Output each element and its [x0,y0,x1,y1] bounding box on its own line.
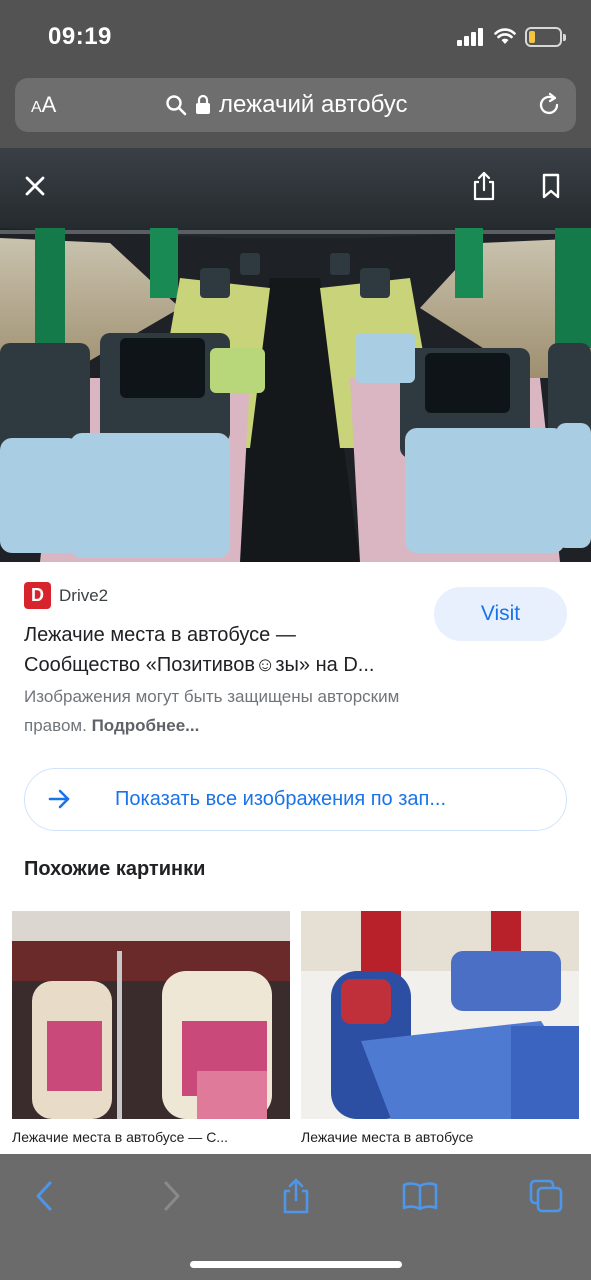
source-row[interactable]: D Drive2 [24,582,108,609]
copyright-notice: Изображения могут быть защищены авторски… [24,682,464,740]
text-size-large-label: A [41,92,57,117]
similar-image-thumbnail [12,911,290,1119]
similar-image-caption: Лежачие места в автобусе — С... [12,1129,228,1145]
search-icon [166,95,187,116]
book-icon [402,1182,438,1211]
back-button[interactable] [24,1176,64,1216]
bus-interior-image [0,148,591,562]
similar-image-card[interactable]: Лежачие места в автобусе — С... [12,911,290,1154]
bottom-toolbar [0,1154,591,1280]
browser-chrome: 09:19 AA лежачий автобус [0,0,591,148]
status-bar: 09:19 [0,0,591,74]
result-title-line-2: Сообщество «Позитивов☺зы» на D... [24,654,375,676]
copyright-text: Изображения могут быть защищены авторски… [24,687,400,735]
url-text: лежачий автобус [219,91,408,118]
show-all-label: Показать все изображения по зап... [115,788,447,810]
image-preview[interactable] [0,148,591,562]
similar-image-thumbnail [301,911,579,1119]
similar-images-heading: Похожие картинки [24,858,206,880]
share-button[interactable] [466,168,502,204]
bookmark-icon [542,173,560,199]
cellular-signal-icon [457,28,485,46]
share-icon [473,171,495,201]
close-icon [25,176,45,196]
result-title[interactable]: Лежачие места в автобусе — Сообщество «П… [24,620,424,680]
lock-icon [196,94,210,114]
result-title-line-1: Лежачие места в автобусе — [24,624,296,646]
similar-image-caption: Лежачие места в автобусе [301,1129,474,1145]
close-button[interactable] [17,168,53,204]
forward-button[interactable] [152,1176,192,1216]
tabs-button[interactable] [526,1176,566,1216]
battery-icon [525,27,566,47]
reload-icon[interactable] [536,92,562,118]
text-size-button[interactable]: AA [31,92,56,118]
text-size-small-label: A [31,99,42,116]
chevron-right-icon [164,1181,180,1211]
status-time: 09:19 [48,23,112,50]
similar-image-card[interactable]: Лежачие места в автобусе [301,911,579,1154]
home-indicator [190,1261,402,1268]
source-name: Drive2 [59,585,109,605]
visit-button[interactable]: Visit [434,587,567,641]
learn-more-link[interactable]: Подробнее... [92,716,200,735]
chevron-left-icon [36,1181,52,1211]
source-logo: D [24,582,51,609]
save-button[interactable] [533,168,569,204]
arrow-right-icon [48,789,70,809]
tabs-icon [529,1179,563,1213]
bookmarks-button[interactable] [400,1176,440,1216]
address-field[interactable]: лежачий автобус [165,90,408,120]
wifi-icon [494,28,516,44]
share-page-button[interactable] [276,1176,316,1216]
address-bar[interactable]: AA лежачий автобус [15,78,576,132]
share-icon [283,1178,309,1214]
show-all-images-button[interactable]: Показать все изображения по зап... [24,768,567,831]
